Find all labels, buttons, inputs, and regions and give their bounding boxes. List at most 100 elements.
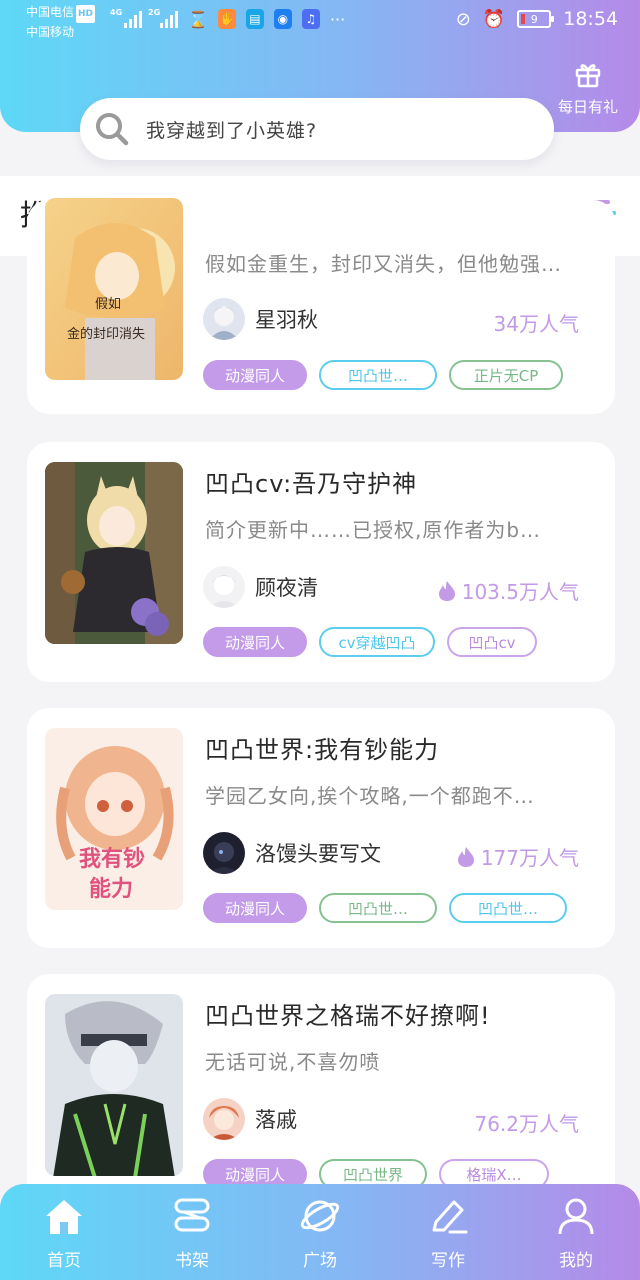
cover-subtitle: 能力	[89, 876, 133, 902]
app-icon-bulb: ◉	[273, 9, 292, 29]
author-name: 星羽秋	[255, 308, 318, 332]
avatar	[203, 1098, 245, 1140]
book-author: 洛馒头要写文	[203, 832, 381, 874]
carrier-1: 中国电信	[26, 5, 75, 19]
book-description: 假如金重生，封印又消失，但他勉强…	[205, 252, 562, 276]
tag[interactable]: 凹凸世…	[449, 893, 567, 923]
search-query: 我穿越到了小英雄?	[146, 119, 318, 142]
nav-square-label: 广场	[303, 1251, 337, 1271]
flame-icon	[438, 580, 455, 601]
daily-gift-label: 每日有礼	[557, 98, 618, 116]
popularity: 103.5万人气	[438, 576, 579, 605]
nav-write[interactable]: 写作	[408, 1196, 488, 1271]
tag[interactable]: 凹凸世…	[319, 893, 437, 923]
tag-list: 动漫同人 凹凸世… 正片无CP	[203, 360, 563, 390]
network-2g: 2G	[148, 8, 161, 17]
tag[interactable]: 动漫同人	[203, 893, 307, 923]
app-icon-book: ▤	[245, 9, 264, 29]
book-cover-art	[45, 994, 183, 1176]
home-icon	[46, 1200, 82, 1234]
book-cover-art: 我有钞 能力	[45, 728, 183, 910]
avatar	[203, 566, 245, 608]
cover-title: 我有钞	[79, 846, 145, 872]
popularity-count: 103.5万人气	[461, 580, 579, 604]
nav-write-label: 写作	[431, 1251, 465, 1271]
tag[interactable]: 动漫同人	[203, 627, 307, 657]
clock: 18:54	[563, 8, 618, 30]
nav-mine[interactable]: 我的	[536, 1196, 616, 1271]
book-author: 落戚	[203, 1098, 297, 1140]
gift-icon	[575, 64, 601, 88]
status-bar: 中国电信 HD 中国移动 4G 2G ⌛ ✋ ▤ ◉ ♫ ··· ⊘ ⏰ 9 18…	[0, 0, 640, 44]
nav-home-label: 首页	[47, 1251, 81, 1271]
book-cover: 假如 金的封印消失	[45, 198, 183, 380]
alarm-icon: ⏰	[482, 8, 506, 30]
book-card[interactable]: 假如 金的封印消失 假如金重生，封印又消失，但他勉强… 星羽秋 34万人气 动漫…	[27, 198, 615, 414]
popularity-count: 76.2万人气	[474, 1112, 579, 1136]
book-card[interactable]: 凹凸cv:吾乃守护神 简介更新中……已授权,原作者为b… 顾夜清 103.5万人…	[27, 442, 615, 682]
user-icon	[558, 1198, 594, 1235]
avatar	[203, 298, 245, 340]
nav-bookshelf[interactable]: 书架	[152, 1196, 232, 1271]
tag[interactable]: 动漫同人	[203, 360, 307, 390]
book-description: 简介更新中……已授权,原作者为b…	[205, 518, 542, 542]
nav-bookshelf-label: 书架	[175, 1251, 209, 1271]
more-notifications: ···	[329, 9, 346, 29]
popularity: 76.2万人气	[474, 1108, 579, 1137]
popularity-count: 34万人气	[493, 312, 579, 336]
notification-icons: ⌛ ✋ ▤ ◉ ♫ ···	[188, 9, 345, 29]
book-cover: 我有钞 能力	[45, 728, 183, 910]
book-cover	[45, 994, 183, 1176]
search-icon	[96, 113, 129, 146]
app-icon-hand: ✋	[217, 9, 236, 29]
carrier-2: 中国移动	[26, 25, 75, 39]
avatar	[203, 832, 245, 874]
book-cover-art	[45, 462, 183, 644]
tag[interactable]: cv穿越凹凸	[319, 627, 435, 657]
popularity: 34万人气	[494, 308, 579, 337]
popularity-count: 177万人气	[480, 846, 579, 870]
flame-icon	[457, 846, 474, 867]
nav-square[interactable]: 广场	[280, 1196, 360, 1271]
hd-badge: HD	[76, 5, 96, 23]
author-name: 洛馒头要写文	[255, 842, 381, 866]
tag-list: 动漫同人 cv穿越凹凸 凹凸cv	[203, 627, 537, 657]
signal-icon	[124, 10, 142, 28]
pen-icon	[432, 1200, 468, 1234]
hourglass-icon: ⌛	[188, 9, 208, 29]
popularity: 177万人气	[457, 842, 579, 871]
bookshelf-icon	[174, 1198, 210, 1232]
author-name: 落戚	[255, 1108, 297, 1132]
book-title: 凹凸世界之格瑞不好撩啊!	[205, 1002, 491, 1030]
book-title: 凹凸世界:我有钞能力	[205, 736, 440, 764]
book-author: 星羽秋	[203, 298, 318, 340]
book-description: 学园乙女向,挨个攻略,一个都跑不…	[205, 784, 535, 808]
tag-list: 动漫同人 凹凸世… 凹凸世…	[203, 893, 567, 923]
status-right: ⊘ ⏰ 9 18:54	[456, 8, 618, 30]
book-card[interactable]: 我有钞 能力 凹凸世界:我有钞能力 学园乙女向,挨个攻略,一个都跑不… 洛馒头要…	[27, 708, 615, 948]
planet-icon	[300, 1200, 340, 1232]
battery-level: 9	[530, 12, 538, 26]
nav-home[interactable]: 首页	[24, 1196, 104, 1271]
book-title: 凹凸cv:吾乃守护神	[205, 470, 418, 498]
daily-gift-button[interactable]: 每日有礼	[552, 60, 624, 117]
book-cover-art: 假如 金的封印消失	[45, 198, 183, 380]
tag[interactable]: 正片无CP	[449, 360, 563, 390]
data-saver-icon: ⊘	[455, 8, 471, 30]
tag[interactable]: 凹凸世…	[319, 360, 437, 390]
nav-mine-label: 我的	[559, 1251, 593, 1271]
book-description: 无话可说,不喜勿喷	[205, 1050, 381, 1074]
cover-subtitle: 金的封印消失	[67, 326, 145, 342]
search-bar[interactable]: 我穿越到了小英雄?	[80, 98, 554, 160]
author-name: 顾夜清	[255, 576, 318, 600]
signal-icon-2	[160, 10, 178, 28]
cover-title: 假如	[95, 296, 121, 312]
carrier-info: 中国电信 HD 中国移动	[26, 3, 96, 41]
tag[interactable]: 凹凸cv	[447, 627, 537, 657]
app-icon-music: ♫	[301, 9, 320, 29]
battery-icon: 9	[517, 10, 555, 28]
book-cover	[45, 462, 183, 644]
bottom-nav: 首页 书架 广场 写作 我的	[0, 1184, 640, 1280]
network-4g: 4G	[110, 8, 123, 17]
book-author: 顾夜清	[203, 566, 318, 608]
